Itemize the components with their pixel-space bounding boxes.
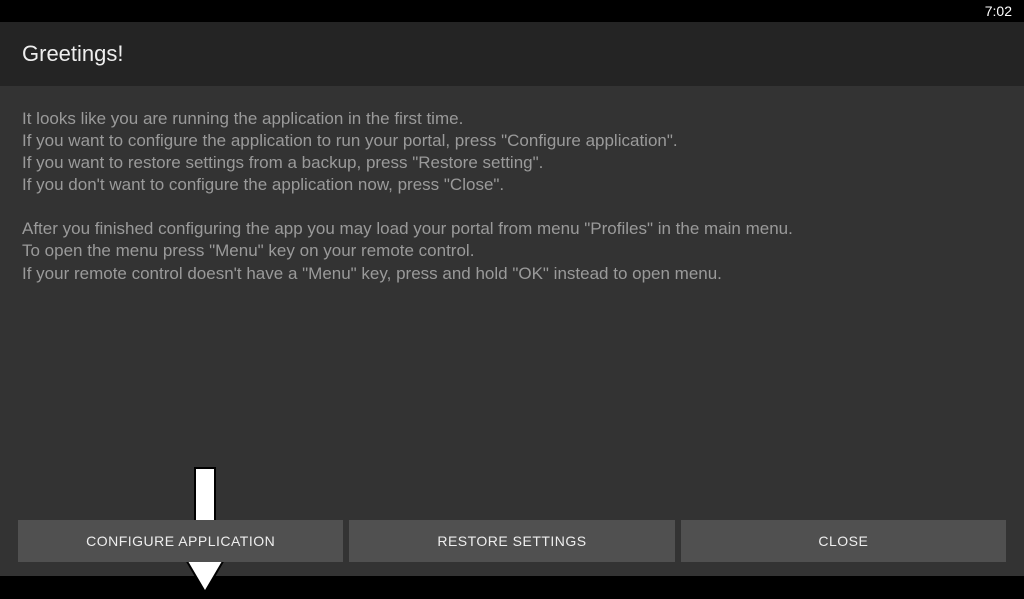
status-bar: 7:02 xyxy=(0,0,1024,22)
info-line: It looks like you are running the applic… xyxy=(22,108,1002,130)
button-row: CONFIGURE APPLICATION RESTORE SETTINGS C… xyxy=(18,520,1006,562)
info-line: If you don't want to configure the appli… xyxy=(22,174,1002,196)
title-bar: Greetings! xyxy=(0,22,1024,86)
clock: 7:02 xyxy=(985,3,1012,19)
info-line: To open the menu press "Menu" key on you… xyxy=(22,240,1002,262)
configure-application-button[interactable]: CONFIGURE APPLICATION xyxy=(18,520,343,562)
info-line: If your remote control doesn't have a "M… xyxy=(22,263,1002,285)
info-line: If you want to restore settings from a b… xyxy=(22,152,1002,174)
restore-settings-button[interactable]: RESTORE SETTINGS xyxy=(349,520,674,562)
info-line: If you want to configure the application… xyxy=(22,130,1002,152)
page-title: Greetings! xyxy=(22,41,124,67)
info-paragraph-1: It looks like you are running the applic… xyxy=(22,108,1002,196)
close-button[interactable]: CLOSE xyxy=(681,520,1006,562)
info-paragraph-2: After you finished configuring the app y… xyxy=(22,218,1002,284)
content-area: It looks like you are running the applic… xyxy=(0,86,1024,576)
info-line: After you finished configuring the app y… xyxy=(22,218,1002,240)
info-text: It looks like you are running the applic… xyxy=(22,108,1002,307)
